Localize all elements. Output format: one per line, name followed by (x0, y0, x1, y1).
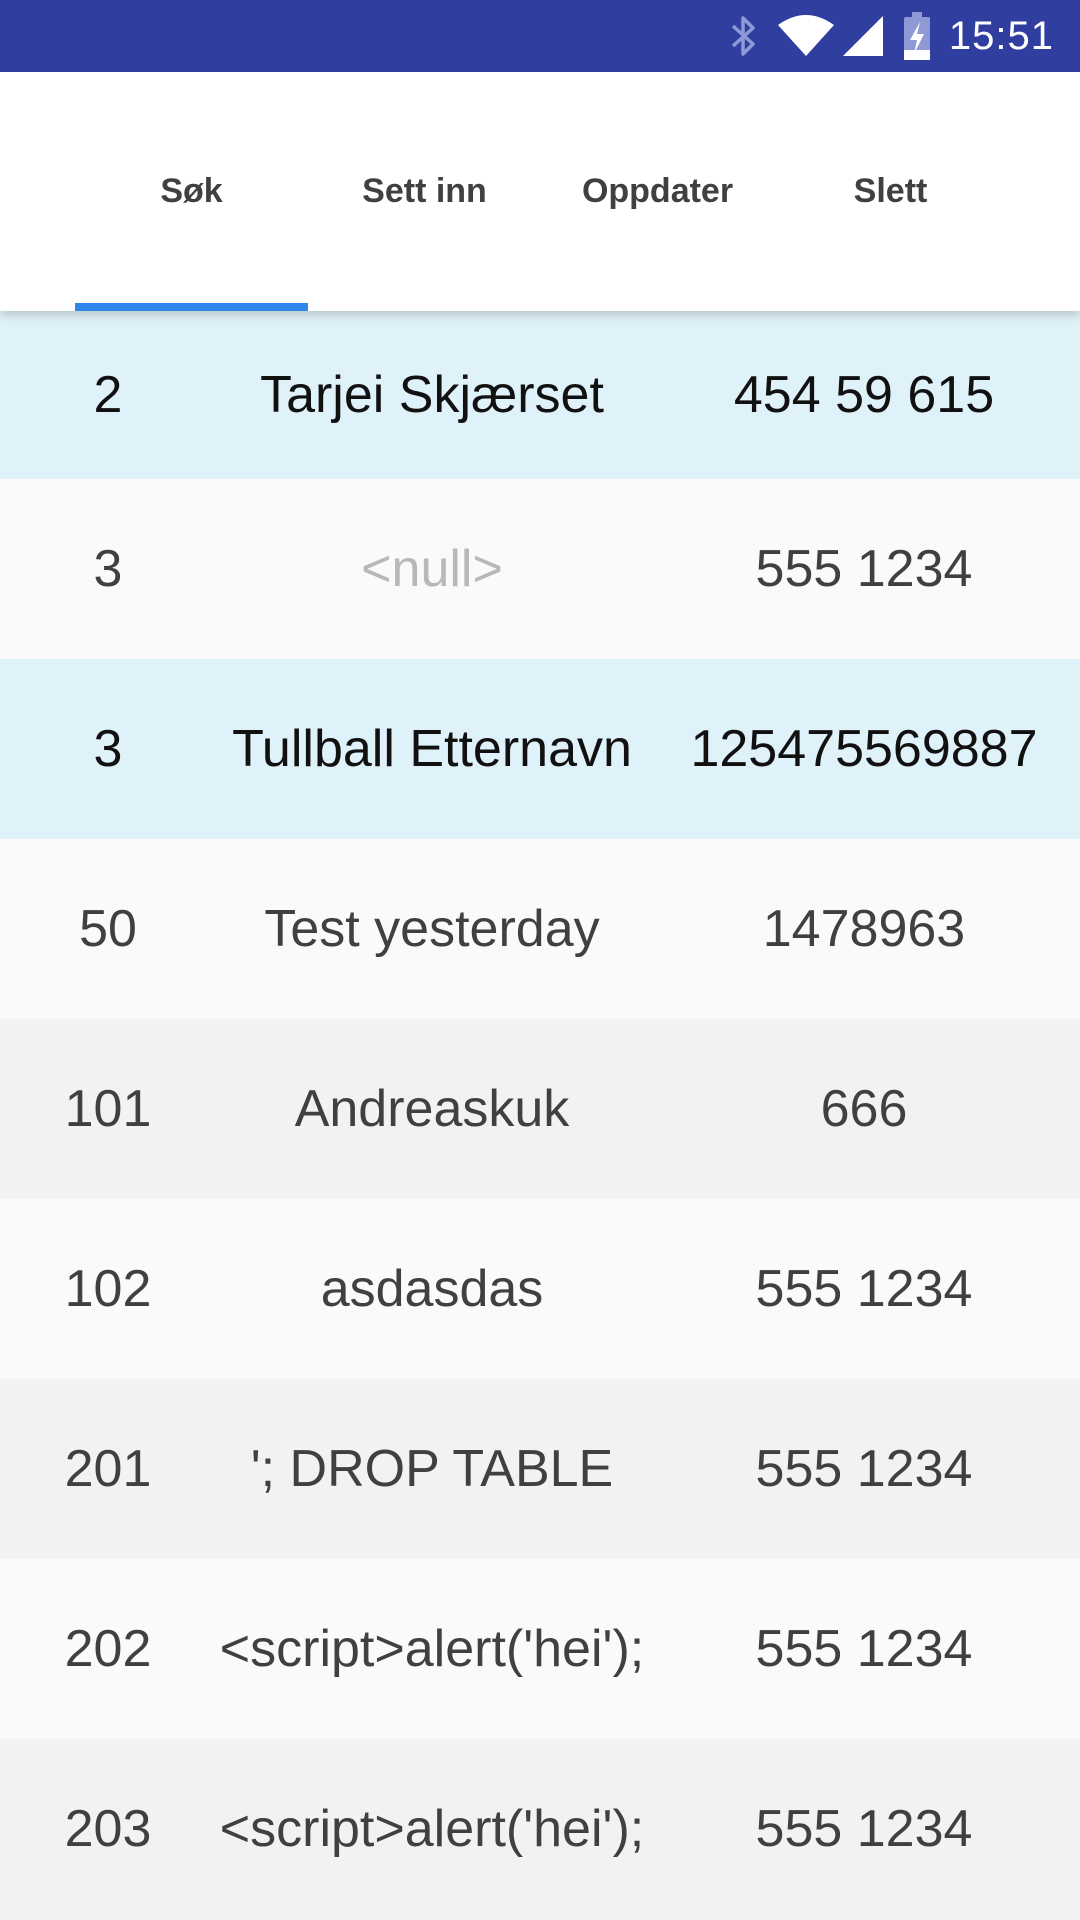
row-name: Tullball Etternavn (232, 720, 632, 778)
table-row[interactable]: 202 <script>alert('hei'); 555 1234 (0, 1559, 1080, 1739)
row-name: <script>alert('hei'); (219, 1800, 645, 1858)
tab-label: Søk (160, 172, 223, 210)
tab-sett-inn[interactable]: Sett inn (308, 72, 541, 311)
tab-oppdater[interactable]: Oppdater (541, 72, 774, 311)
row-id: 201 (64, 1440, 152, 1498)
row-phone: 125475569887 (690, 720, 1038, 778)
row-id: 2 (93, 366, 123, 424)
table-row[interactable]: 201 '; DROP TABLE 555 1234 (0, 1379, 1080, 1559)
tab-label: Slett (853, 172, 928, 210)
row-phone: 555 1234 (755, 540, 973, 598)
row-name: asdasdas (320, 1260, 544, 1318)
tab-label: Sett inn (362, 172, 487, 210)
row-id: 3 (93, 540, 123, 598)
table-row[interactable]: 2 Tarjei Skjærset 454 59 615 (0, 311, 1080, 479)
row-name-null: <null> (361, 540, 503, 598)
signal-icon (841, 14, 885, 58)
row-name: Andreaskuk (294, 1080, 570, 1138)
tab-bar: Søk Sett inn Oppdater Slett (0, 72, 1080, 311)
row-name: <script>alert('hei'); (219, 1620, 645, 1678)
status-bar: 15:51 (0, 0, 1080, 72)
row-phone: 555 1234 (755, 1440, 973, 1498)
row-id: 50 (79, 900, 137, 958)
table-row[interactable]: 3 <null> 555 1234 (0, 479, 1080, 659)
tab-label: Oppdater (581, 172, 734, 210)
tab-sok[interactable]: Søk (75, 72, 308, 311)
battery-charging-icon (903, 12, 931, 60)
row-name: Tarjei Skjærset (260, 366, 604, 424)
tab-slett[interactable]: Slett (774, 72, 1007, 311)
table-row[interactable]: 102 asdasdas 555 1234 (0, 1199, 1080, 1379)
row-phone: 555 1234 (755, 1260, 973, 1318)
row-id: 203 (64, 1800, 152, 1858)
table-row[interactable]: 203 <script>alert('hei'); 555 1234 (0, 1739, 1080, 1919)
row-name: '; DROP TABLE (250, 1440, 614, 1498)
row-id: 3 (93, 720, 123, 778)
row-phone: 555 1234 (755, 1800, 973, 1858)
row-id: 202 (64, 1620, 152, 1678)
row-phone: 555 1234 (755, 1620, 973, 1678)
table-row[interactable]: 101 Andreaskuk 666 (0, 1019, 1080, 1199)
bluetooth-icon (729, 14, 759, 58)
row-phone: 454 59 615 (733, 366, 995, 424)
contact-list[interactable]: 2 Tarjei Skjærset 454 59 615 3 <null> 55… (0, 311, 1080, 1920)
row-id: 101 (64, 1080, 152, 1138)
row-id: 102 (64, 1260, 152, 1318)
row-phone: 666 (820, 1080, 908, 1138)
table-row[interactable]: 50 Test yesterday 1478963 (0, 839, 1080, 1019)
status-time: 15:51 (948, 13, 1054, 58)
row-name: Test yesterday (264, 900, 600, 958)
selected-tab-indicator (75, 303, 308, 311)
row-phone: 1478963 (762, 900, 966, 958)
table-row[interactable]: 3 Tullball Etternavn 125475569887 (0, 659, 1080, 839)
wifi-icon (777, 15, 835, 57)
